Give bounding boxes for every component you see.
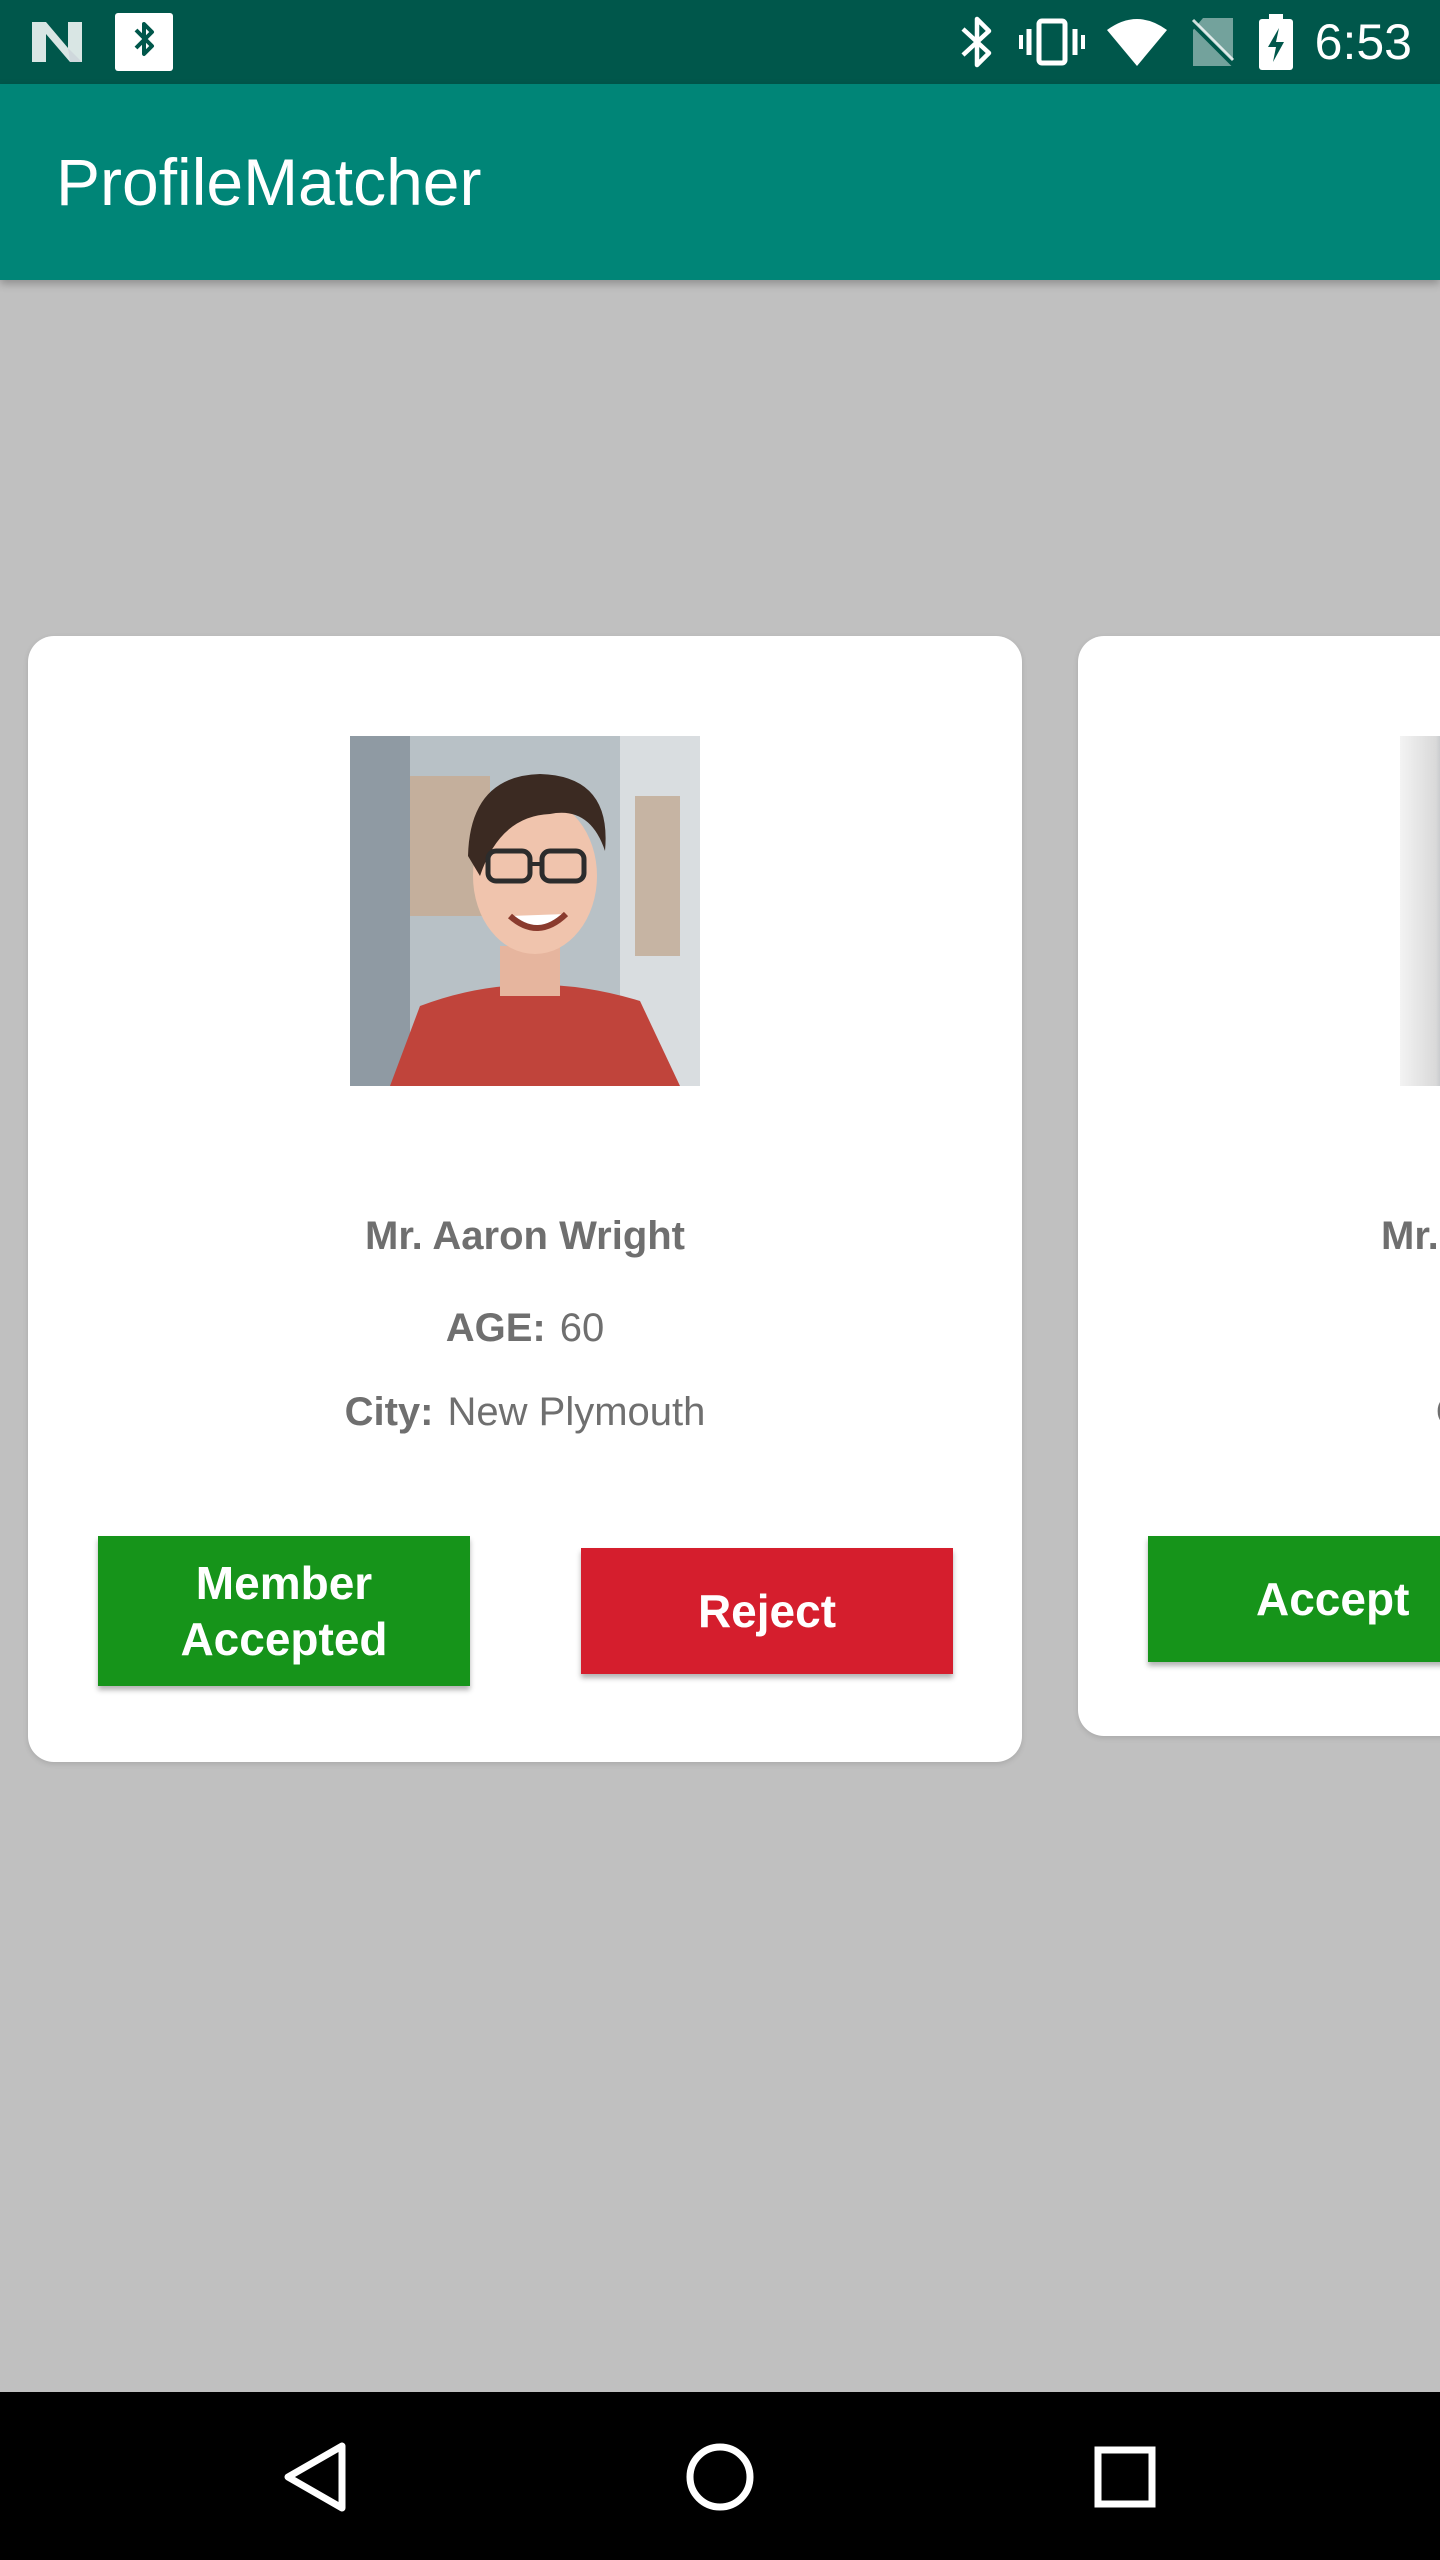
no-sim-icon bbox=[1188, 16, 1237, 68]
member-name: Mr. Aaron Wright bbox=[365, 1214, 685, 1258]
age-row: AGE: 60 bbox=[28, 1306, 1022, 1351]
battery-charging-icon bbox=[1258, 14, 1293, 70]
wifi-icon bbox=[1106, 18, 1167, 66]
city-value: New Plymouth bbox=[447, 1390, 706, 1434]
profile-photo-partial bbox=[1400, 736, 1440, 1086]
navigation-bar bbox=[0, 2392, 1440, 2560]
city-label-partial: C bbox=[1436, 1390, 1440, 1442]
status-bar: 6:53 bbox=[0, 0, 1440, 84]
age-value: 60 bbox=[559, 1306, 605, 1350]
app-title: ProfileMatcher bbox=[56, 145, 482, 219]
bluetooth-icon bbox=[957, 15, 997, 69]
app-bar: ProfileMatcher bbox=[0, 84, 1440, 280]
city-label: City: bbox=[344, 1390, 434, 1434]
recents-icon[interactable] bbox=[1080, 2432, 1170, 2522]
reject-button[interactable]: Reject bbox=[581, 1548, 953, 1674]
vibrate-icon bbox=[1018, 17, 1085, 67]
bluetooth-box-icon bbox=[114, 12, 174, 72]
n-logo-icon bbox=[30, 20, 84, 64]
accept-button[interactable]: Accept bbox=[1148, 1536, 1440, 1662]
age-label: AGE: bbox=[445, 1306, 546, 1350]
member-name-partial: Mr. bbox=[1381, 1214, 1439, 1258]
member-accepted-button[interactable]: Member Accepted bbox=[98, 1536, 470, 1686]
status-time: 6:53 bbox=[1314, 14, 1412, 70]
city-row: City: New Plymouth bbox=[28, 1390, 1022, 1435]
back-icon[interactable] bbox=[270, 2432, 360, 2522]
profile-card: Mr. Aaron Wright AGE: 60 City: New Plymout… bbox=[28, 636, 1022, 1762]
home-icon[interactable] bbox=[675, 2432, 765, 2522]
profile-photo bbox=[350, 736, 700, 1086]
profile-card-next: Mr. C Accept bbox=[1078, 636, 1440, 1736]
